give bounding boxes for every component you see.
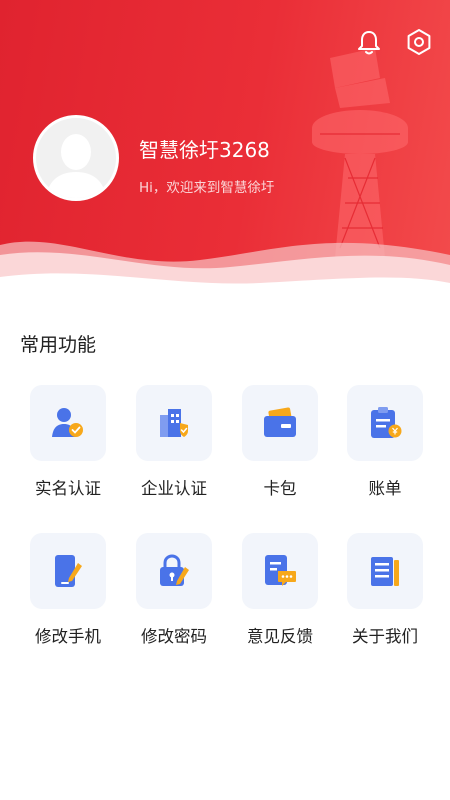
avatar[interactable] [33,115,119,201]
about-icon [371,557,399,586]
function-edit-phone[interactable]: 修改手机 [18,533,118,663]
function-tile [30,533,106,609]
function-bill[interactable]: 账单 [335,385,435,515]
function-feedback[interactable]: 意见反馈 [230,533,330,663]
header-wave [0,241,450,300]
function-about-us[interactable]: 关于我们 [335,533,435,663]
function-card-wallet[interactable]: 卡包 [230,385,330,515]
function-enterprise-verify[interactable]: 企业认证 [124,385,224,515]
function-tile [136,533,212,609]
enterprise-verify-icon [160,409,188,437]
function-label: 实名认证 [35,479,101,498]
function-tile [136,385,212,461]
username: 智慧徐圩3268 [139,138,270,162]
function-label: 意见反馈 [247,627,313,646]
function-label: 修改密码 [141,627,207,646]
function-label: 关于我们 [352,627,418,646]
card-wallet-icon [264,407,296,437]
bill-icon [371,407,402,438]
settings-gear-icon[interactable] [405,28,433,56]
bell-icon[interactable] [355,28,383,56]
function-label: 账单 [368,479,402,498]
function-label: 修改手机 [35,627,101,646]
section-title: 常用功能 [20,334,97,356]
function-label: 企业认证 [141,479,207,498]
function-edit-password[interactable]: 修改密码 [124,533,224,663]
function-tile [30,385,106,461]
profile-header: 智慧徐圩3268 Hi，欢迎来到智慧徐圩 [0,0,450,300]
function-tile [242,533,318,609]
function-tile [347,533,423,609]
greeting-text: Hi，欢迎来到智慧徐圩 [139,180,275,196]
function-label: 卡包 [263,479,297,498]
feedback-icon [265,555,296,586]
function-tile [347,385,423,461]
edit-password-icon [160,554,189,586]
user-silhouette-icon [46,134,106,198]
function-real-name-verify[interactable]: 实名认证 [18,385,118,515]
function-tile [242,385,318,461]
id-verify-icon [52,408,83,437]
edit-phone-icon [55,555,82,587]
